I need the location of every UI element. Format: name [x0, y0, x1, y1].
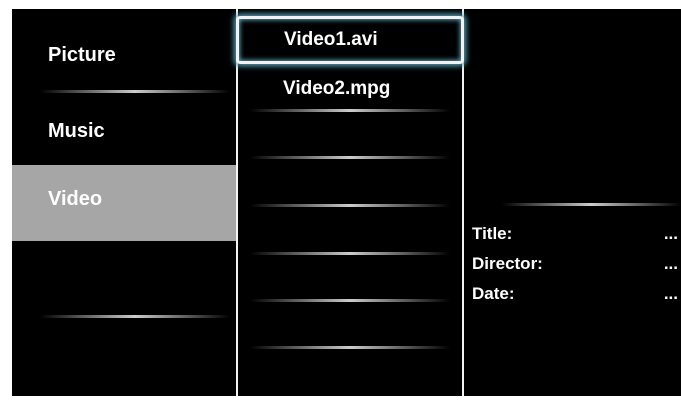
detail-label: Date: [472, 284, 515, 303]
details-divider [502, 203, 681, 206]
file-list-divider [250, 252, 450, 255]
category-label: Video [48, 187, 103, 210]
file-list-divider [250, 346, 450, 349]
detail-value: ... [663, 224, 678, 243]
file-list-divider [250, 109, 450, 112]
category-music[interactable]: Music [12, 109, 236, 153]
file-label: Video2.mpg [283, 78, 391, 99]
file-label: Video1.avi [284, 29, 378, 50]
category-divider [40, 90, 230, 93]
detail-label: Director: [472, 254, 543, 273]
category-label: Picture [48, 43, 116, 66]
detail-date-row: Date: ... [472, 284, 678, 306]
detail-value: ... [663, 254, 678, 273]
detail-value: ... [663, 284, 678, 303]
category-label: Music [48, 119, 105, 142]
file-list-divider [250, 156, 450, 159]
file-list-divider [250, 299, 450, 302]
detail-title-row: Title: ... [472, 224, 678, 246]
detail-director-row: Director: ... [472, 254, 678, 276]
file-list-divider [250, 204, 450, 207]
category-divider [40, 315, 230, 318]
category-video[interactable]: Video [12, 165, 236, 241]
file-item-video2[interactable]: Video2.mpg [239, 71, 460, 107]
column-separator-left [236, 9, 238, 396]
media-browser-screen: Picture Music Video Video1.avi Video2.mp… [12, 9, 681, 396]
detail-label: Title: [472, 224, 513, 243]
column-separator-right [462, 9, 464, 396]
category-picture[interactable]: Picture [12, 33, 236, 77]
file-item-video1[interactable]: Video1.avi [236, 16, 464, 64]
